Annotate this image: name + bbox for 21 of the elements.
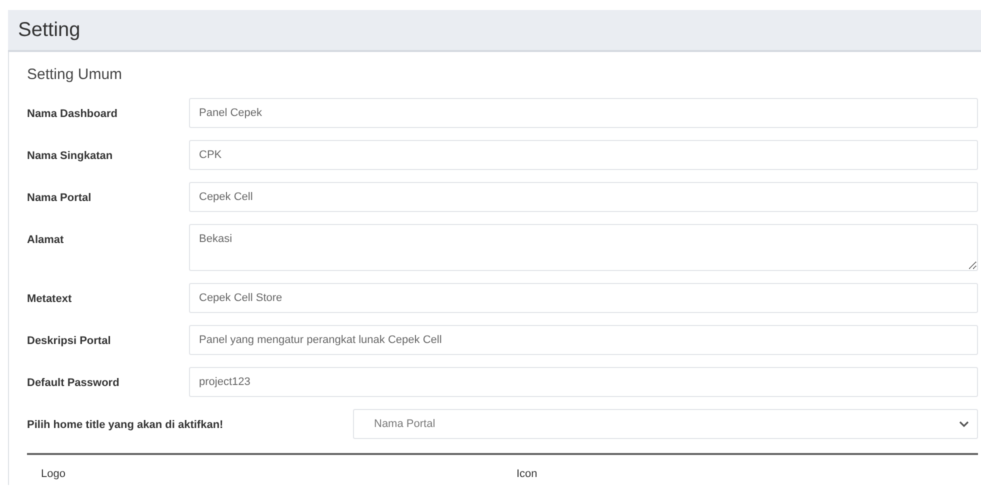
input-field[interactable]: Panel yang mengatur perangkat lunak Cepek Cell: [189, 325, 978, 355]
field-label: Alamat: [27, 233, 65, 248]
field-label: Default Password: [27, 376, 120, 391]
upload-label: Logo: [41, 468, 66, 480]
field-label: Deskripsi Portal: [27, 334, 112, 349]
select-field[interactable]: Nama Portal: [353, 409, 978, 439]
input-field[interactable]: Cepek Cell Store: [189, 283, 978, 313]
field-label: Nama Dashboard: [27, 107, 118, 122]
chevron-down-icon: [959, 420, 969, 428]
section-title: Setting Umum: [27, 64, 122, 85]
field-label: Nama Singkatan: [27, 149, 114, 164]
upload-label: Icon: [516, 468, 538, 480]
field-label: Nama Portal: [27, 191, 92, 206]
input-field[interactable]: Cepek Cell: [189, 182, 978, 212]
field-label: Pilih home title yang akan di aktifkan!: [27, 418, 224, 433]
input-field[interactable]: CPK: [189, 140, 978, 170]
textarea-field[interactable]: Bekasi: [189, 224, 978, 271]
page-title: Setting: [18, 18, 80, 43]
input-field[interactable]: project123: [189, 367, 978, 397]
input-field[interactable]: Panel Cepek: [189, 98, 978, 128]
field-label: Metatext: [27, 292, 73, 307]
